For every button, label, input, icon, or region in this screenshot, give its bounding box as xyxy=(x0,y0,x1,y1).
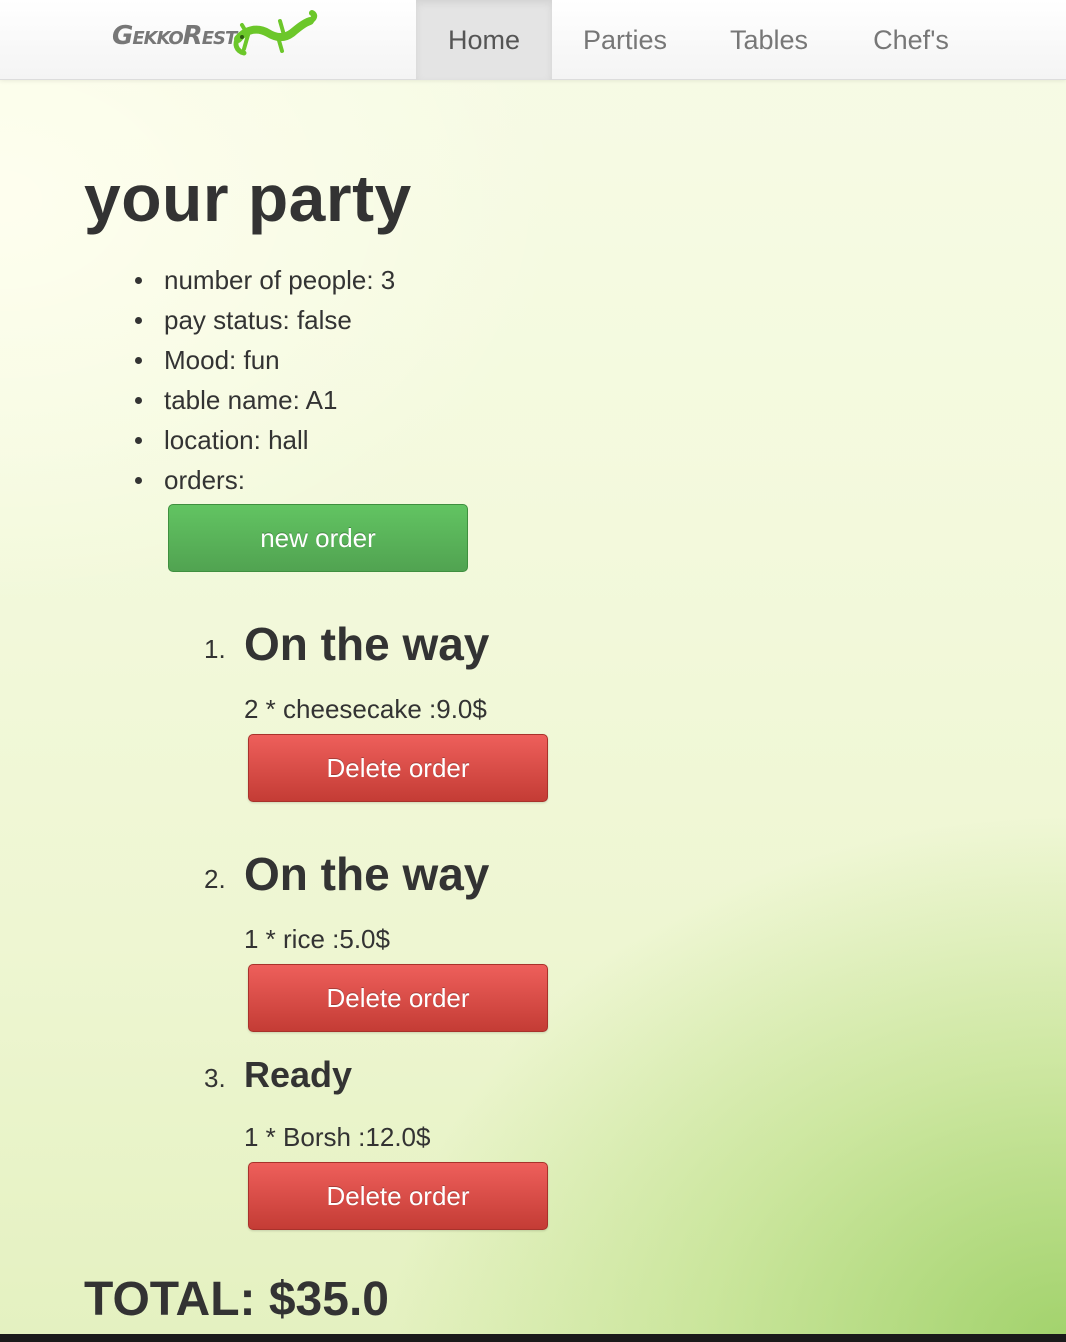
brand-logo[interactable]: GekkoRest xyxy=(112,8,392,64)
order-item: 1 * Borsh :12.0$ xyxy=(244,1122,431,1152)
brand-text: GekkoRest xyxy=(112,21,237,51)
delete-order-button[interactable]: Delete order xyxy=(248,734,548,802)
order-status: Ready xyxy=(244,1054,353,1095)
order-number: 2. xyxy=(204,864,226,894)
detail-pay-status: pay status: false xyxy=(134,300,395,340)
order-total: TOTAL: $35.0 xyxy=(84,1273,389,1326)
order-item: 1 * rice :5.0$ xyxy=(244,924,390,954)
detail-people: number of people: 3 xyxy=(134,260,395,300)
detail-orders: orders: xyxy=(134,460,395,500)
delete-order-button[interactable]: Delete order xyxy=(248,964,548,1032)
order-number: 1. xyxy=(204,634,226,664)
nav-home[interactable]: Home xyxy=(416,0,552,80)
detail-table-name: table name: A1 xyxy=(134,380,395,420)
bottom-bar xyxy=(0,1334,1066,1342)
detail-mood: Mood: fun xyxy=(134,340,395,380)
order-item: 2 * cheesecake :9.0$ xyxy=(244,694,487,724)
nav-chefs[interactable]: Chef's xyxy=(840,0,982,80)
order-number: 3. xyxy=(204,1063,226,1093)
navbar: GekkoRest Home Parties Tables Chef's xyxy=(0,0,1066,80)
delete-order-button[interactable]: Delete order xyxy=(248,1162,548,1230)
nav-tables[interactable]: Tables xyxy=(698,0,840,80)
page-title: your party xyxy=(84,161,412,235)
gecko-icon xyxy=(233,10,318,56)
order-status: On the way xyxy=(244,618,490,670)
order-status: On the way xyxy=(244,848,490,900)
detail-location: location: hall xyxy=(134,420,395,460)
nav-parties[interactable]: Parties xyxy=(552,0,698,80)
party-details-list: number of people: 3 pay status: false Mo… xyxy=(134,260,395,500)
new-order-button[interactable]: new order xyxy=(168,504,468,572)
